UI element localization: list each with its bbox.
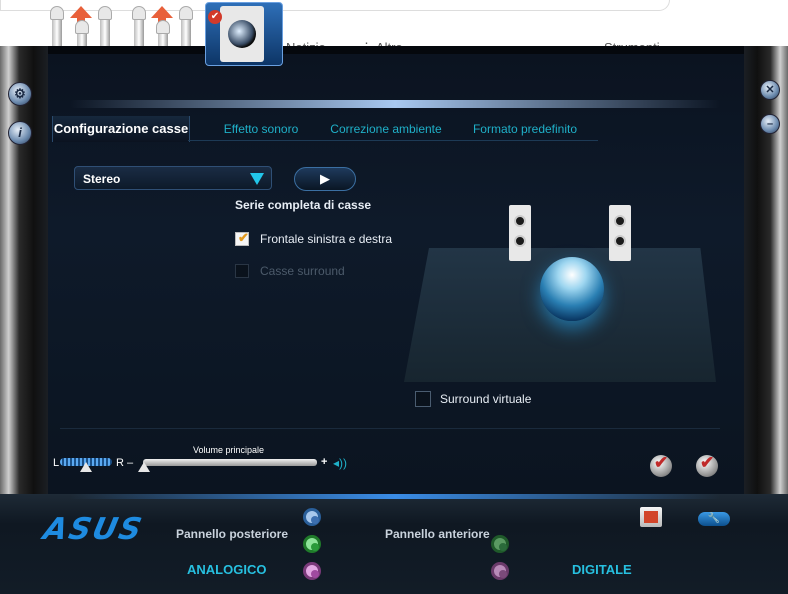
tab-speaker-config[interactable]: Configurazione casse [52, 116, 190, 142]
virtual-surround-label: Surround virtuale [440, 392, 532, 406]
volume-slider[interactable] [143, 459, 317, 466]
tab-default-format[interactable]: Formato predefinito [462, 116, 588, 142]
section-title: Serie completa di casse [235, 198, 372, 212]
bottom-glow [70, 494, 720, 499]
tab-room-correction[interactable]: Correzione ambiente [320, 116, 452, 142]
tab-underline [188, 140, 598, 141]
tab-sound-effect[interactable]: Effetto sonoro [198, 116, 324, 142]
speaker-lens [228, 20, 256, 48]
rear-port-blue-icon[interactable] [303, 508, 321, 526]
digital-label: DIGITALE [572, 562, 632, 577]
check-icon: ✔ [238, 230, 249, 245]
check-icon: ✔ [700, 453, 715, 472]
volume-plus-icon[interactable]: + [321, 456, 327, 468]
surround-speakers-checkbox[interactable] [235, 264, 249, 278]
rear-panel-label: Pannello posteriore [176, 527, 289, 541]
rear-port-pink-icon[interactable] [303, 562, 321, 580]
right-speaker-icon[interactable] [609, 205, 631, 261]
analog-label: ANALOGICO [187, 562, 267, 577]
front-panel-label: Pannello anteriore [385, 527, 490, 541]
header-glow [70, 100, 720, 108]
arrow-up-icon [70, 6, 92, 18]
tab-bar: Configurazione casse Effetto sonoro Corr… [52, 116, 600, 142]
minimize-icon[interactable]: – [760, 114, 780, 134]
listener-sphere-icon [540, 257, 604, 321]
rear-port-green-icon[interactable] [303, 535, 321, 553]
balance-right-label: R [116, 457, 124, 469]
front-port-green-icon[interactable] [491, 535, 509, 553]
front-speakers-label: Frontale sinistra e destra [260, 232, 393, 246]
speaker-mode-select[interactable]: Stereo [74, 166, 272, 190]
wrench-icon[interactable]: 🔧 [698, 512, 730, 526]
brand-logo: ASUS [40, 512, 147, 547]
left-speaker-icon[interactable] [509, 205, 531, 261]
speaker-mode-value: Stereo [83, 172, 121, 186]
virtual-surround-checkbox[interactable] [415, 391, 431, 407]
balance-left-label: L [53, 457, 60, 469]
volume-minus-icon[interactable]: – [127, 457, 133, 469]
surround-speakers-label: Casse surround [260, 264, 345, 278]
volume-speaker-icon[interactable]: ◂)) [333, 456, 347, 470]
close-icon[interactable]: ✕ [760, 80, 780, 100]
divider [60, 428, 720, 429]
volume-slider-thumb[interactable] [138, 462, 150, 472]
volume-title: Volume principale [193, 445, 265, 455]
settings-icon[interactable]: ⚙ [8, 82, 32, 106]
front-port-pink-icon[interactable] [491, 562, 509, 580]
arrow-up-icon [151, 6, 173, 18]
apply-check-button[interactable]: ✔ [650, 453, 672, 477]
settings-check-button[interactable]: ✔ [696, 453, 718, 477]
front-speakers-checkbox[interactable]: ✔ [235, 230, 249, 246]
check-icon: ✔ [654, 453, 669, 472]
info-icon[interactable]: i [8, 121, 32, 145]
digital-output-icon[interactable] [640, 507, 662, 527]
balance-slider-thumb[interactable] [80, 462, 92, 472]
chevron-down-icon [250, 173, 264, 185]
selected-check-icon: ✔ [208, 10, 222, 24]
play-test-button[interactable]: ▶ [294, 167, 356, 191]
